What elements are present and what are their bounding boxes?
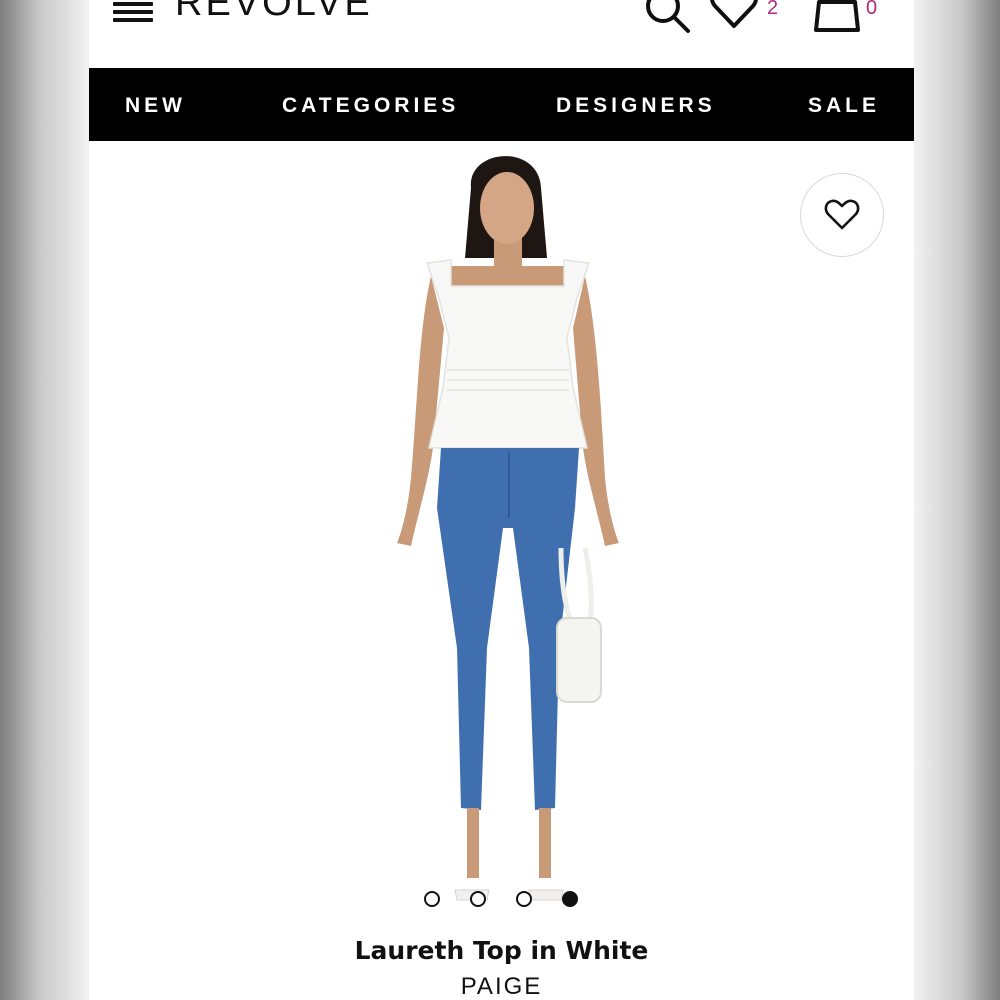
image-carousel-indicators [424, 891, 584, 909]
heart-icon[interactable] [709, 0, 759, 30]
product-title: Laureth Top in White [354, 936, 649, 965]
background-left [0, 0, 89, 1000]
menu-icon[interactable] [113, 0, 153, 24]
nav-item-categories[interactable]: CATEGORIES [282, 68, 459, 141]
product-image[interactable] [389, 148, 629, 918]
heart-outline-icon [824, 199, 860, 230]
carousel-dot-1[interactable] [424, 891, 440, 907]
nav-item-sale[interactable]: SALE [808, 68, 880, 141]
wishlist-count-badge: 2 [767, 0, 779, 19]
mobile-page: REVOLVE 2 0 NEW CATEGORIES DESIGNERS SAL… [89, 0, 914, 1000]
bag-icon[interactable] [812, 0, 862, 34]
nav-item-designers[interactable]: DESIGNERS [556, 68, 716, 141]
cart-count-badge: 0 [866, 0, 878, 19]
carousel-dot-3[interactable] [516, 891, 532, 907]
background-right [914, 0, 1000, 1000]
site-logo[interactable]: REVOLVE [175, 0, 373, 22]
product-brand[interactable]: PAIGE [89, 973, 914, 1000]
carousel-dot-4[interactable] [562, 891, 578, 907]
site-header: REVOLVE 2 0 [89, 0, 914, 68]
carousel-dot-2[interactable] [470, 891, 486, 907]
main-nav: NEW CATEGORIES DESIGNERS SALE [89, 68, 914, 141]
nav-item-new[interactable]: NEW [125, 68, 186, 141]
add-to-wishlist-button[interactable] [800, 173, 884, 257]
search-icon[interactable] [641, 0, 691, 36]
